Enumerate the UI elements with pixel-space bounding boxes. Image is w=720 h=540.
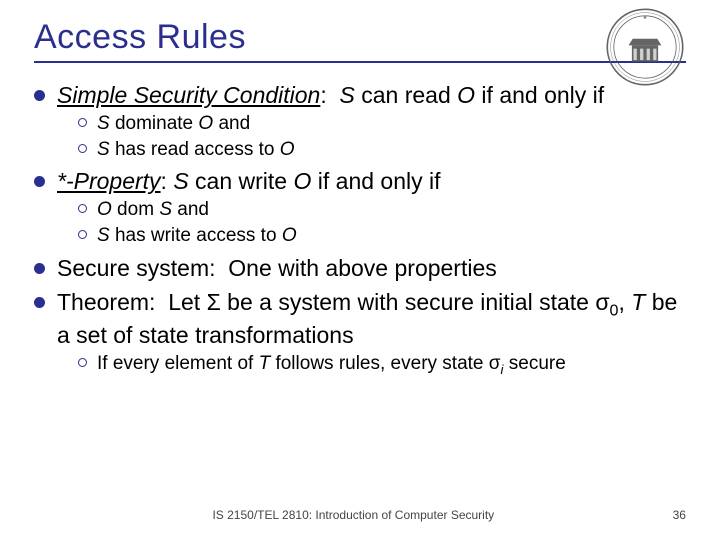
bullet-ring-icon [78, 230, 87, 239]
bullet-text: O dom S and [97, 198, 686, 222]
seal-icon: ★ [604, 6, 686, 88]
sub-bullet: O dom S and [78, 198, 686, 222]
sub-bullet: S has read access to O [78, 138, 686, 162]
bullet-text: Theorem: Let Σ be a system with secure i… [57, 288, 686, 349]
bullet-text: Secure system: One with above properties [57, 254, 686, 283]
bullet-disc-icon [34, 263, 45, 274]
slide: ★ Access Rules Simple Security Condition… [0, 0, 720, 540]
bullet-ring-icon [78, 204, 87, 213]
footer-page-number: 36 [673, 508, 686, 522]
slide-title: Access Rules [34, 18, 686, 57]
sub-bullet: S has write access to O [78, 224, 686, 248]
bullet-star-property: *-Property: S can write O if and only if [34, 167, 686, 196]
footer-course: IS 2150/TEL 2810: Introduction of Comput… [212, 508, 494, 522]
bullet-text: Simple Security Condition: S can read O … [57, 81, 686, 110]
bullet-text: S has read access to O [97, 138, 686, 162]
bullet-text: S dominate O and [97, 112, 686, 136]
title-underline [34, 61, 686, 63]
bullet-simple-security: Simple Security Condition: S can read O … [34, 81, 686, 110]
bullet-ring-icon [78, 144, 87, 153]
bullet-ring-icon [78, 118, 87, 127]
footer: IS 2150/TEL 2810: Introduction of Comput… [0, 508, 720, 522]
bullet-disc-icon [34, 90, 45, 101]
bullet-ring-icon [78, 358, 87, 367]
bullet-text: If every element of T follows rules, eve… [97, 352, 686, 378]
bullet-secure-system: Secure system: One with above properties [34, 254, 686, 283]
bullet-disc-icon [34, 297, 45, 308]
sub-bullet: S dominate O and [78, 112, 686, 136]
bullet-text: *-Property: S can write O if and only if [57, 167, 686, 196]
bullet-text: S has write access to O [97, 224, 686, 248]
svg-text:★: ★ [643, 15, 648, 21]
content-area: Simple Security Condition: S can read O … [34, 81, 686, 378]
sub-bullet: If every element of T follows rules, eve… [78, 352, 686, 378]
bullet-disc-icon [34, 176, 45, 187]
bullet-theorem: Theorem: Let Σ be a system with secure i… [34, 288, 686, 349]
